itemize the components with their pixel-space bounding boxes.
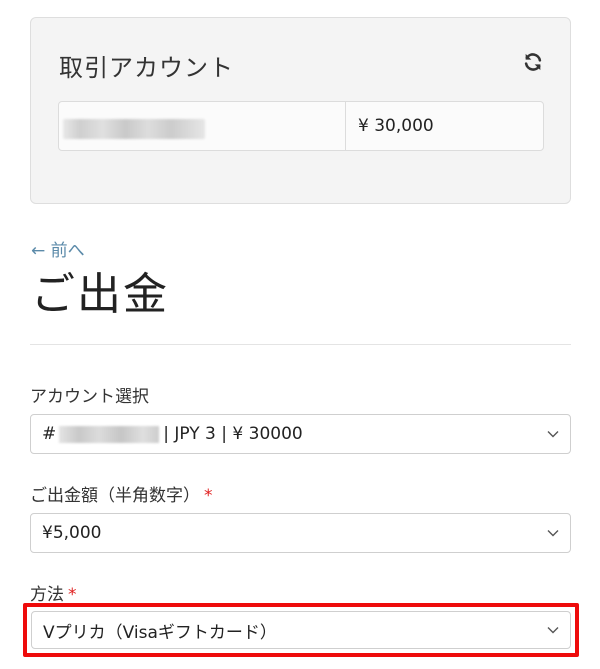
method-select[interactable]: Vプリカ（Visaギフトカード） (31, 611, 571, 649)
method-highlight-frame: Vプリカ（Visaギフトカード） (23, 603, 579, 657)
account-hash-prefix: # (42, 424, 57, 444)
required-mark: * (204, 486, 213, 506)
account-summary-table: ¥ 30,000 (58, 101, 544, 151)
redacted-account-number (59, 425, 160, 443)
trading-account-card: 取引アカウント ¥ 30,000 (30, 17, 571, 204)
account-balance: ¥ 30,000 (358, 116, 434, 136)
required-mark: * (68, 585, 77, 605)
account-select-suffix: | JPY 3 | ¥ 30000 (163, 424, 303, 444)
page-title: ご出金 (31, 269, 169, 320)
chevron-down-icon (547, 627, 559, 634)
chevron-down-icon (547, 431, 559, 438)
refresh-icon[interactable] (522, 51, 544, 73)
account-select-label: アカウント選択 (30, 387, 149, 407)
account-select-value: # | JPY 3 | ¥ 30000 (42, 424, 303, 444)
divider (30, 344, 571, 345)
method-select-value: Vプリカ（Visaギフトカード） (43, 622, 277, 643)
redacted-account-id (63, 119, 205, 139)
chevron-down-icon (547, 530, 559, 537)
method-select-label: 方法 * (30, 585, 77, 605)
account-id-cell (59, 102, 346, 150)
account-select[interactable]: # | JPY 3 | ¥ 30000 (30, 414, 571, 454)
amount-select[interactable]: ¥5,000 (30, 513, 571, 553)
amount-select-value: ¥5,000 (42, 523, 102, 543)
account-card-title: 取引アカウント (59, 54, 234, 82)
amount-select-label: ご出金額（半角数字） * (30, 486, 213, 506)
